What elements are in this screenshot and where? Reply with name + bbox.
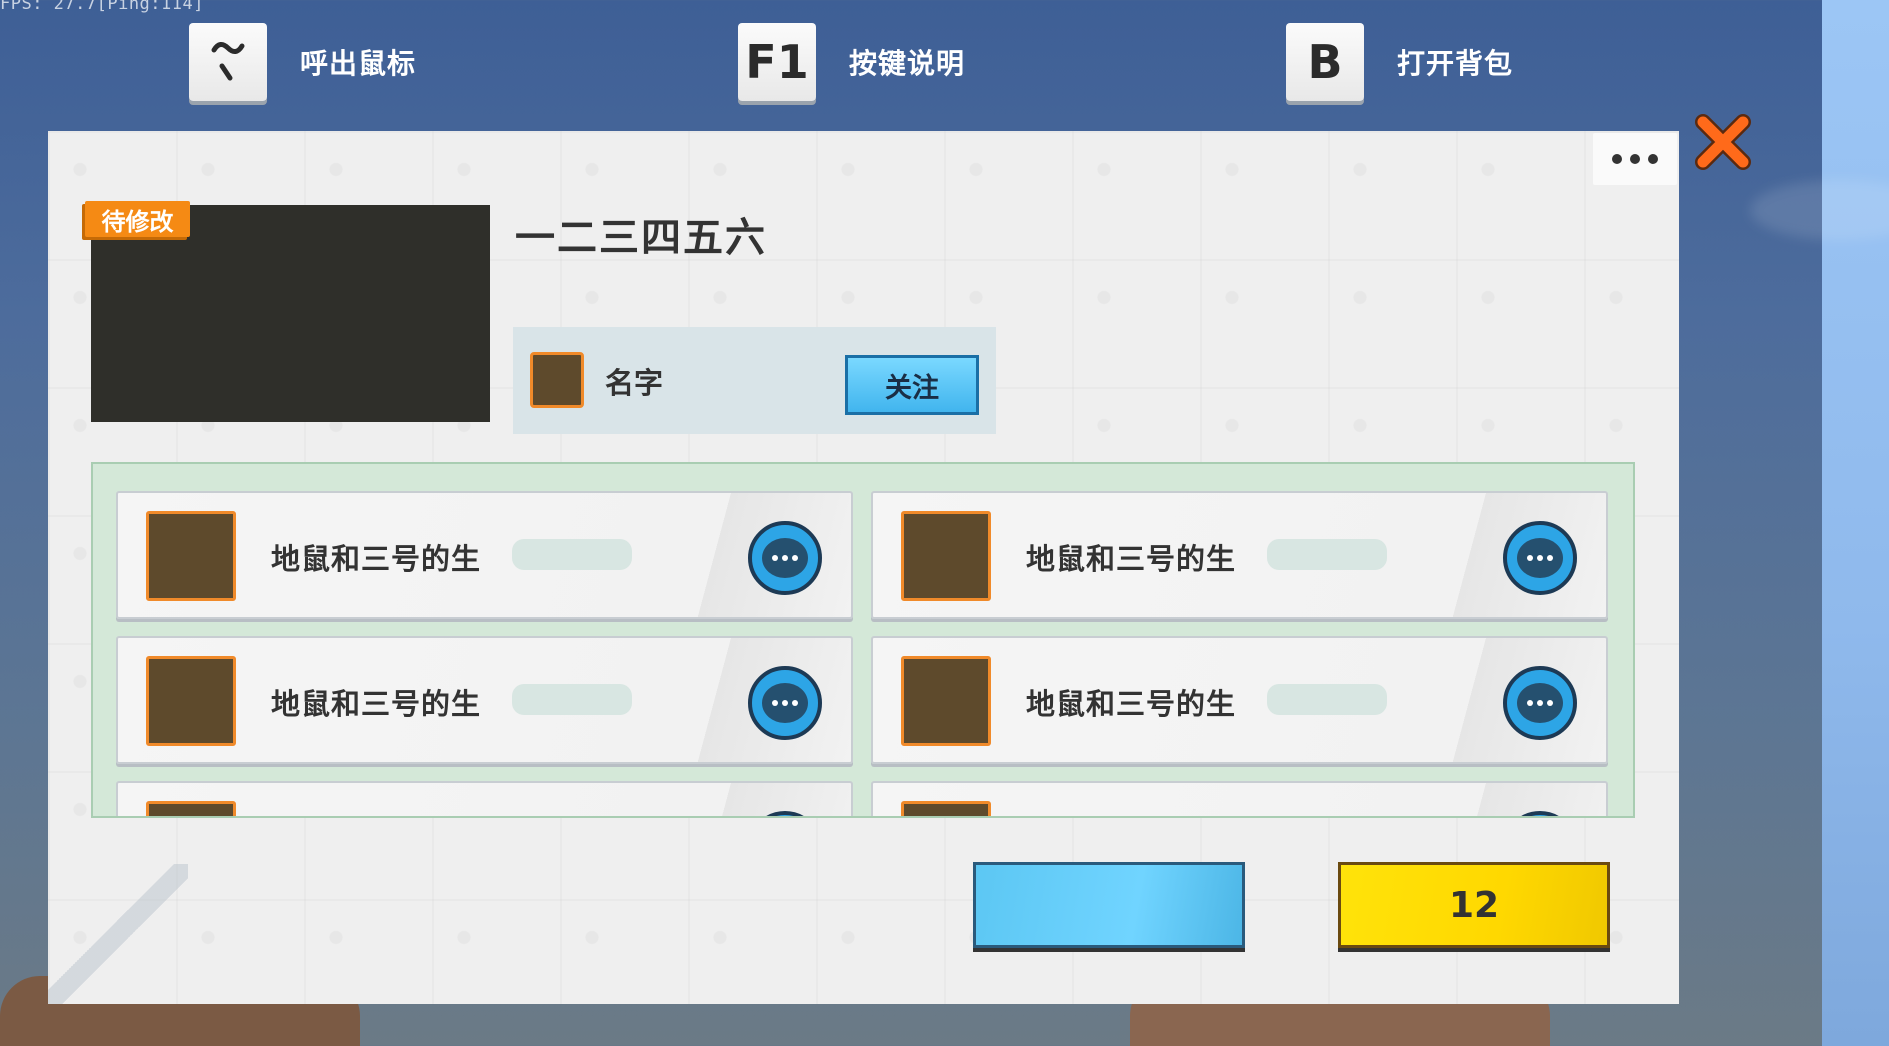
hint-open-backpack: B 打开背包: [1286, 23, 1513, 101]
cloud: [1750, 180, 1889, 240]
f1-key-icon: F1: [738, 23, 816, 101]
follow-button[interactable]: 关注: [845, 355, 979, 415]
player-name: 地鼠和三号的生: [1026, 542, 1237, 576]
sky-background-right: [1822, 0, 1889, 1046]
player-status-bar: [1267, 684, 1387, 715]
player-card[interactable]: [116, 781, 853, 816]
close-button[interactable]: [1693, 110, 1753, 174]
map-cover-image: [91, 205, 490, 422]
player-status-bar: [512, 539, 632, 570]
player-avatar: [901, 511, 991, 601]
player-status-bar: [1267, 539, 1387, 570]
tilde-key-icon: [189, 23, 267, 101]
player-avatar: [146, 511, 236, 601]
b-key-icon: B: [1286, 23, 1364, 101]
chat-icon: [1517, 683, 1563, 723]
corner-decoration: [48, 864, 188, 1004]
player-card[interactable]: 地鼠和三号的生: [871, 491, 1608, 619]
author-name: 名字: [605, 366, 664, 400]
player-avatar: [146, 656, 236, 746]
hint-label: 打开背包: [1397, 47, 1514, 80]
more-options-icon: [1612, 154, 1622, 164]
chat-button[interactable]: [1503, 811, 1577, 816]
player-avatar: [901, 656, 991, 746]
chat-icon: [762, 683, 808, 723]
player-card[interactable]: 地鼠和三号的生: [116, 636, 853, 764]
hint-show-cursor: 呼出鼠标: [189, 23, 416, 101]
chat-button[interactable]: [1503, 666, 1577, 740]
fps-counter: FPS: 27.7[Ping:114]: [0, 0, 204, 14]
chat-button[interactable]: [748, 521, 822, 595]
chat-button[interactable]: [748, 666, 822, 740]
chat-button[interactable]: [1503, 521, 1577, 595]
player-card[interactable]: 地鼠和三号的生: [116, 491, 853, 619]
chat-icon: [1517, 538, 1563, 578]
author-avatar[interactable]: [530, 352, 584, 408]
close-icon: [1695, 114, 1751, 170]
player-name: 地鼠和三号的生: [271, 687, 482, 721]
hint-label: 按键说明: [849, 47, 966, 80]
player-avatar: [901, 801, 991, 816]
more-options-button[interactable]: [1593, 133, 1677, 185]
count-button[interactable]: 12: [1338, 862, 1610, 948]
map-title: 一二三四五六: [515, 215, 767, 261]
chat-icon: [762, 538, 808, 578]
hint-key-help: F1 按键说明: [738, 23, 965, 101]
player-card[interactable]: [871, 781, 1608, 816]
player-status-bar: [512, 684, 632, 715]
player-avatar: [146, 801, 236, 816]
player-list[interactable]: 地鼠和三号的生 地鼠和三号的生 地鼠和三号的生 地鼠和三号的生: [91, 462, 1635, 818]
player-name: 地鼠和三号的生: [1026, 687, 1237, 721]
chat-button[interactable]: [748, 811, 822, 816]
status-badge: 待修改: [85, 201, 190, 237]
player-name: 地鼠和三号的生: [271, 542, 482, 576]
primary-action-button[interactable]: [973, 862, 1245, 948]
hint-label: 呼出鼠标: [300, 47, 417, 80]
player-card[interactable]: 地鼠和三号的生: [871, 636, 1608, 764]
